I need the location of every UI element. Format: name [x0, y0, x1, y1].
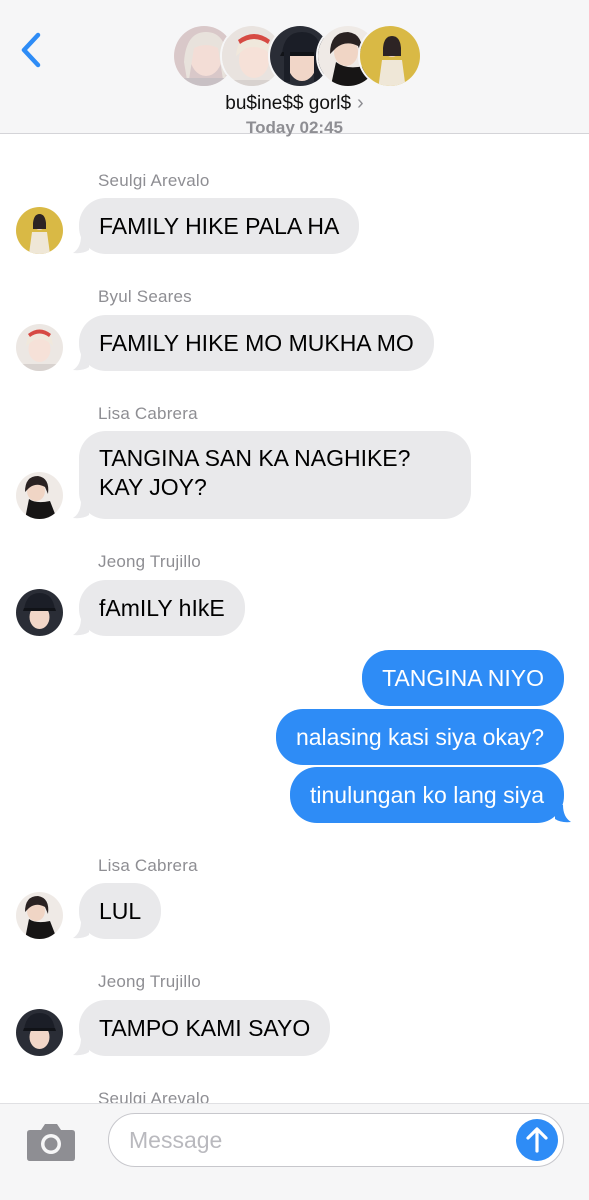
message-input[interactable] — [129, 1122, 509, 1158]
member-avatar-5 — [358, 24, 422, 88]
message-bubble[interactable]: FAMILY HIKE MO MUKHA MO — [79, 315, 434, 371]
message-bubble[interactable]: LUL — [79, 883, 162, 939]
chevron-left-icon — [21, 32, 41, 68]
send-button[interactable] — [516, 1119, 558, 1161]
camera-icon — [27, 1124, 75, 1161]
back-button[interactable] — [12, 28, 52, 72]
sender-name: Jeong Trujillo — [98, 972, 201, 991]
message-field[interactable] — [108, 1113, 564, 1167]
message-bubble[interactable]: FAMILY HIKE PALA HA — [79, 198, 360, 254]
message-bubble[interactable]: TAMPO KAMI SAYO — [79, 1000, 331, 1056]
sender-avatar-jeong[interactable] — [16, 1009, 63, 1056]
conversation-timestamp: Today 02:45 — [245, 118, 343, 137]
group-name-button[interactable]: bu$ine$$ gorl$ › — [0, 92, 589, 115]
camera-button[interactable] — [26, 1122, 76, 1162]
sender-avatar-lisa[interactable] — [16, 472, 63, 519]
outgoing-message-bubble[interactable]: TANGINA NIYO — [362, 650, 564, 706]
sender-avatar-jeong[interactable] — [16, 589, 63, 636]
outgoing-message-bubble[interactable]: nalasing kasi siya okay? — [275, 709, 564, 765]
group-name: bu$ine$$ gorl$ — [225, 93, 352, 114]
message-composer — [0, 1103, 589, 1200]
arrow-up-icon — [526, 1127, 548, 1153]
group-avatar-stack[interactable] — [172, 24, 422, 88]
sender-name: Jeong Trujillo — [98, 552, 201, 571]
sender-avatar-byul[interactable] — [16, 324, 63, 371]
chevron-right-icon: › — [357, 92, 364, 114]
conversation-header: bu$ine$$ gorl$ › Today 02:45 — [0, 0, 589, 137]
sender-name: Lisa Cabrera — [98, 404, 198, 423]
sender-avatar-lisa[interactable] — [16, 892, 63, 939]
sender-name: Seulgi Arevalo — [98, 171, 210, 190]
outgoing-message-bubble[interactable]: tinulungan ko lang siya — [290, 767, 564, 823]
message-bubble[interactable]: TANGINA SAN KA NAGHIKE? KAY JOY? — [79, 431, 471, 519]
sender-name: Byul Seares — [98, 287, 192, 306]
sender-avatar-seulgi[interactable] — [16, 207, 63, 254]
sender-name: Lisa Cabrera — [98, 856, 198, 875]
message-bubble[interactable]: fAmILY hIkE — [79, 580, 245, 636]
